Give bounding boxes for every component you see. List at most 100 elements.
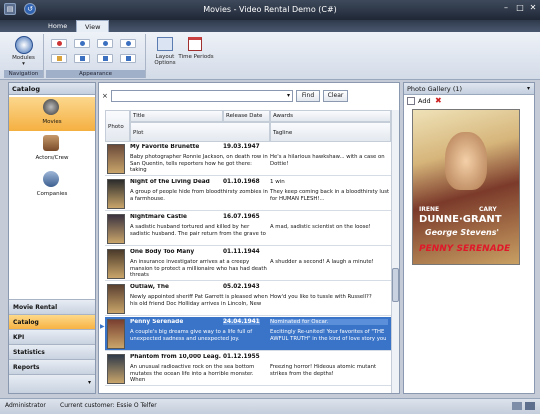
catalog-item-companies[interactable]: Companies xyxy=(9,169,95,203)
nav-kpi[interactable]: KPI xyxy=(9,329,95,344)
view-option-icon[interactable] xyxy=(74,54,90,63)
row-title: One Body Too Many xyxy=(130,249,195,255)
row-release-date: 01.11.1944 xyxy=(223,249,260,255)
chevron-down-icon[interactable]: ▾ xyxy=(4,61,43,67)
catalog-item-actors[interactable]: Actors/Crew xyxy=(9,133,95,167)
table-row[interactable]: Nightmare Castle 16.07.1965 A sadistic hus… xyxy=(105,212,391,246)
status-customer: Current customer: Essie O Telfer xyxy=(60,402,157,409)
layout-icon[interactable] xyxy=(157,37,173,51)
table-row[interactable]: Penny Serenade 24.04.1941 Nominated for Os… xyxy=(105,317,391,351)
view-option-icon[interactable] xyxy=(51,39,67,48)
row-tagline: A mad, sadistic scientist on the loose! xyxy=(270,224,371,230)
movie-poster-image: IRENE CARY DUNNE·GRANT George Stevens' P… xyxy=(412,109,520,265)
row-awards: Nominated for Oscar. xyxy=(270,319,388,325)
navigation-group: Modules ▾ Navigation xyxy=(4,34,44,78)
nav-movie-rental[interactable]: Movie Rental xyxy=(9,299,95,314)
resize-icon[interactable] xyxy=(512,402,522,410)
header-awards[interactable]: Awards xyxy=(270,110,391,122)
table-row[interactable]: Phantom from 10,000 Leag... 01.12.1955 An … xyxy=(105,352,391,386)
gallery-header: Photo Gallery (1) xyxy=(404,83,534,95)
nav-catalog[interactable]: Catalog xyxy=(9,314,95,329)
row-release-date: 05.02.1943 xyxy=(223,284,260,290)
window-title: Movies - Video Rental Demo (C#) xyxy=(203,5,337,14)
nav-statistics[interactable]: Statistics xyxy=(9,344,95,359)
chevron-down-icon[interactable]: ▾ xyxy=(287,92,290,99)
view-option-icon[interactable] xyxy=(97,54,113,63)
page-icon xyxy=(407,97,415,105)
poster-thumbnail xyxy=(107,179,125,209)
poster-thumbnail xyxy=(107,144,125,174)
table-row[interactable]: Night of the Living Dead 01.10.1968 1 win A… xyxy=(105,177,391,211)
view-option-icon[interactable] xyxy=(120,54,136,63)
nav-overflow[interactable]: ▾ xyxy=(9,374,95,393)
movies-grid: × ▾ Find Clear Photo Title Release Date … xyxy=(98,82,400,394)
clear-button[interactable]: Clear xyxy=(323,90,348,102)
ribbon: Modules ▾ Navigation Appearance Layout O… xyxy=(0,32,540,80)
view-option-icon[interactable] xyxy=(97,39,113,48)
row-plot: Newly appointed sheriff Pat Garrett is p… xyxy=(130,294,268,307)
grip-icon[interactable] xyxy=(525,402,535,410)
chevron-down-icon[interactable]: ▾ xyxy=(527,85,530,92)
scroll-thumb[interactable] xyxy=(392,268,399,302)
view-option-icon[interactable] xyxy=(120,39,136,48)
header-release-date[interactable]: Release Date xyxy=(223,110,270,122)
calendar-icon[interactable] xyxy=(188,37,202,51)
delete-photo-icon[interactable]: ✖ xyxy=(435,96,442,105)
row-release-date: 01.10.1968 xyxy=(223,179,260,185)
poster-thumbnail xyxy=(107,284,125,314)
close-icon[interactable]: ✕ xyxy=(527,3,539,13)
row-title: Nightmare Castle xyxy=(130,214,187,220)
vertical-scrollbar[interactable] xyxy=(391,110,399,393)
table-row[interactable]: One Body Too Many 01.11.1944 An insurance … xyxy=(105,247,391,281)
row-tagline: They keep coming back in a bloodthirsty … xyxy=(270,189,390,202)
row-plot: A group of people hide from bloodthirsty… xyxy=(130,189,268,202)
header-tagline[interactable]: Tagline xyxy=(270,122,391,142)
catalog-item-label: Movies xyxy=(42,119,62,125)
photo-gallery-panel: Photo Gallery (1) ▾ Add ✖ IRENE CARY DUN… xyxy=(403,82,535,394)
poster-thumbnail xyxy=(107,319,125,349)
row-plot: A sadistic husband tortured and killed b… xyxy=(130,224,266,237)
row-awards: 1 win xyxy=(270,179,285,185)
view-option-icon[interactable] xyxy=(74,39,90,48)
row-tagline: How'd you like to tussle with Russell?? xyxy=(270,294,372,300)
header-title[interactable]: Title xyxy=(130,110,223,122)
poster-thumbnail xyxy=(107,249,125,279)
navigation-group-label: Navigation xyxy=(4,70,43,78)
catalog-item-movies[interactable]: Movies xyxy=(9,97,95,131)
poster-face-shape xyxy=(445,132,487,190)
search-input[interactable]: ▾ xyxy=(111,90,293,102)
find-button[interactable]: Find xyxy=(296,90,320,102)
close-search-icon[interactable]: × xyxy=(102,92,108,100)
tab-view[interactable]: View xyxy=(76,20,110,32)
modules-icon[interactable] xyxy=(15,36,33,54)
chevron-down-icon[interactable]: ▾ xyxy=(88,375,91,390)
ribbon-tab-row: Home View xyxy=(0,20,540,32)
nav-reports[interactable]: Reports xyxy=(9,359,95,374)
status-bar: Administrator Current customer: Essie O … xyxy=(0,398,540,414)
tab-home[interactable]: Home xyxy=(40,20,75,32)
film-reel-icon xyxy=(43,99,59,115)
minimize-icon[interactable]: – xyxy=(500,3,512,13)
table-row[interactable]: Outlaw, The 05.02.1943 Newly appointed she… xyxy=(105,282,391,316)
row-release-date: 01.12.1955 xyxy=(223,354,260,360)
actors-icon xyxy=(43,135,59,151)
title-bar: ▤ ↺ Movies - Video Rental Demo (C#) – □ … xyxy=(0,0,540,20)
add-photo-button[interactable]: Add xyxy=(418,97,431,105)
appearance-group: Appearance xyxy=(46,34,146,78)
row-tagline: Excitingly Re-united! Your favorites of … xyxy=(270,329,387,342)
status-user: Administrator xyxy=(5,402,46,409)
row-plot: An unusual radioactive rock on the sea b… xyxy=(130,364,255,384)
header-photo[interactable]: Photo xyxy=(105,110,130,142)
layout-options-button[interactable]: Layout Options xyxy=(150,54,180,66)
header-plot[interactable]: Plot xyxy=(130,122,270,142)
row-tagline: Freezing horror! Hideous atomic mutant s… xyxy=(270,364,377,377)
row-plot: An insurance investigator arrives at a c… xyxy=(130,259,267,279)
layout-group: Layout Options Time Periods xyxy=(150,34,214,78)
view-option-icon[interactable] xyxy=(51,54,67,63)
time-periods-button[interactable]: Time Periods xyxy=(178,54,214,60)
table-row[interactable]: My Favorite Brunette 19.03.1947 Baby photo… xyxy=(105,142,391,176)
maximize-icon[interactable]: □ xyxy=(514,3,526,13)
poster-thumbnail xyxy=(107,214,125,244)
catalog-panel: Catalog Movies Actors/Crew Companies Mov… xyxy=(8,82,96,394)
row-title: Penny Serenade xyxy=(130,319,184,325)
